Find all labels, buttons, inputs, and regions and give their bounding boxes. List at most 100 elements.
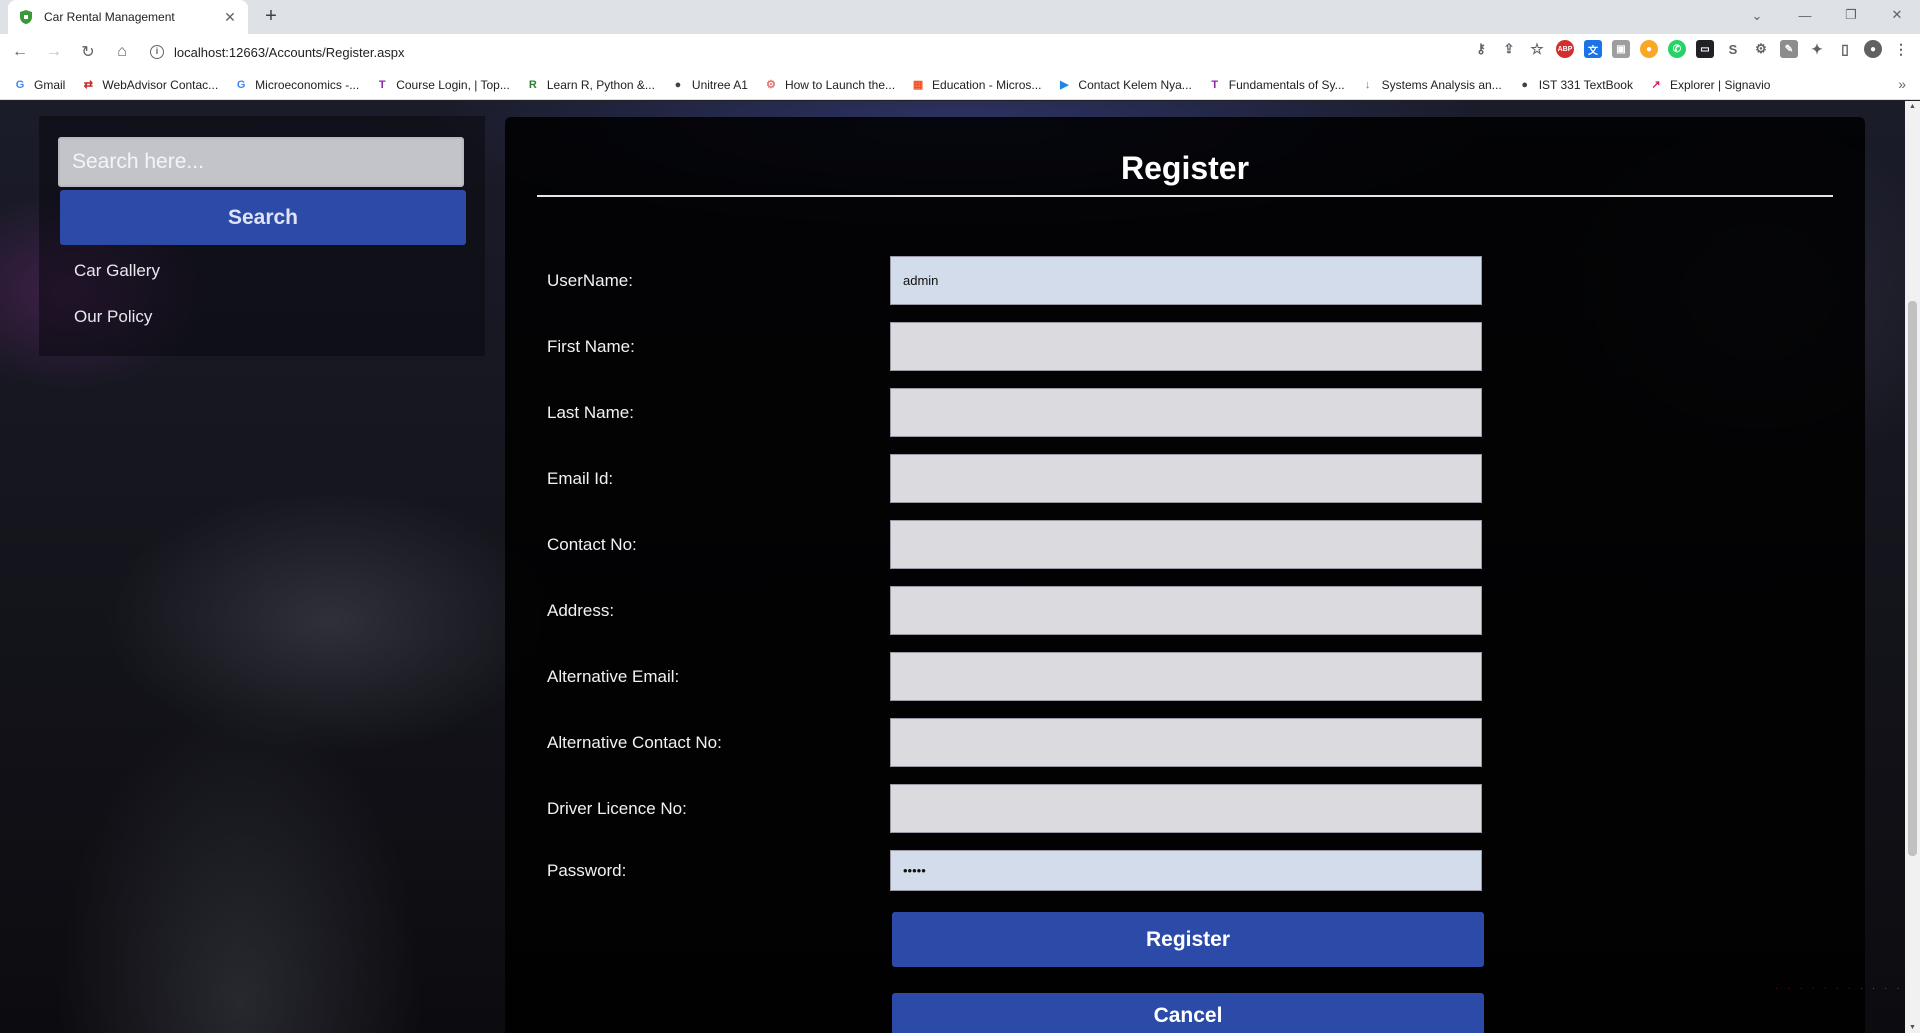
bookmark-favicon-icon: ▶: [1060, 79, 1069, 91]
bookmark-favicon-icon: ↗: [1651, 79, 1661, 91]
url-text[interactable]: localhost:12663/Accounts/Register.aspx: [174, 45, 405, 60]
back-icon[interactable]: ←: [6, 38, 34, 66]
whatsapp-icon[interactable]: ✆: [1668, 40, 1686, 58]
extensions-puzzle-icon[interactable]: ✦: [1808, 40, 1826, 58]
field-input[interactable]: [890, 454, 1482, 503]
bookmark-favicon-icon: G: [236, 78, 246, 91]
bookmark-favicon-icon: ●: [674, 78, 682, 91]
adblock-icon[interactable]: ABP: [1556, 40, 1574, 58]
field-label: Password:: [547, 860, 627, 880]
scroll-up-icon[interactable]: ▲: [1908, 103, 1917, 110]
image-extension-icon[interactable]: ▣: [1612, 40, 1630, 58]
home-icon[interactable]: ⌂: [108, 38, 136, 66]
bookmark-item[interactable]: G Microeconomics -...: [233, 77, 359, 93]
bookmark-favicon-icon: G: [15, 78, 25, 91]
field-input[interactable]: [890, 586, 1482, 635]
bookmark-item[interactable]: R Learn R, Python &...: [525, 77, 655, 93]
reload-icon[interactable]: ↻: [74, 38, 102, 66]
bookmark-label: How to Launch the...: [784, 77, 896, 92]
minimize-icon[interactable]: —: [1782, 0, 1828, 30]
bookmark-label: WebAdvisor Contac...: [102, 77, 219, 92]
cancel-button[interactable]: Cancel: [892, 993, 1484, 1033]
bookmark-item[interactable]: T Course Login, | Top...: [374, 77, 510, 93]
network-icon[interactable]: ⚙: [1752, 40, 1770, 58]
bookmark-label: Education - Micros...: [932, 77, 1042, 92]
bookmark-favicon-icon: ↓: [1364, 78, 1371, 91]
bookmarks-bar: G Gmail ⇄ WebAdvisor Contac... G Microeconomi…: [0, 70, 1920, 100]
field-label: UserName:: [547, 270, 633, 290]
bookmark-item[interactable]: T Fundamentals of Sy...: [1207, 77, 1345, 93]
menu-kebab-icon[interactable]: ⋮: [1892, 40, 1910, 58]
browser-toolbar: ← → ↻ ⌂ i localhost:12663/Accounts/Regis…: [0, 34, 1920, 70]
side-panel-icon[interactable]: ▯: [1836, 40, 1854, 58]
field-label: Email Id:: [547, 468, 614, 488]
field-input[interactable]: [890, 718, 1482, 767]
tab-search-icon[interactable]: ⌄: [1744, 4, 1770, 28]
bookmark-item[interactable]: ↓ Systems Analysis an...: [1360, 77, 1502, 93]
search-input[interactable]: [58, 137, 464, 187]
bookmark-item[interactable]: ▶ Contact Kelem Nya...: [1056, 77, 1192, 93]
register-button[interactable]: Register: [892, 912, 1484, 967]
close-window-icon[interactable]: ✕: [1874, 0, 1920, 30]
title-divider: [537, 195, 1833, 197]
script-icon[interactable]: S: [1724, 40, 1742, 58]
page-scrollbar[interactable]: ▲ ▼: [1905, 101, 1920, 1033]
bookmark-label: Learn R, Python &...: [546, 77, 655, 92]
bookmark-item[interactable]: ↗ Explorer | Signavio: [1648, 77, 1770, 93]
bookmark-item[interactable]: ⇄ WebAdvisor Contac...: [80, 77, 218, 93]
more-bookmarks-icon[interactable]: »: [1898, 76, 1906, 92]
bookmark-item[interactable]: ● Unitree A1: [670, 77, 748, 93]
bookmark-favicon-icon: R: [528, 78, 537, 91]
browser-tab[interactable]: Car Rental Management ✕: [8, 0, 248, 34]
field-input[interactable]: [890, 784, 1482, 833]
window-controls: — ❐ ✕: [1782, 0, 1920, 30]
field-input[interactable]: [890, 388, 1482, 437]
bookmark-star-icon[interactable]: ☆: [1528, 40, 1546, 58]
field-input[interactable]: [890, 850, 1482, 891]
bookmark-favicon-icon: T: [1211, 78, 1219, 91]
forward-icon[interactable]: →: [40, 38, 68, 66]
scroll-thumb[interactable]: [1908, 301, 1917, 856]
bookmark-label: Unitree A1: [691, 77, 748, 92]
bookmark-favicon-icon: ▦: [912, 79, 924, 91]
site-info-icon[interactable]: i: [150, 45, 164, 59]
bookmark-label: Microeconomics -...: [255, 77, 360, 92]
bookmark-item[interactable]: G Gmail: [12, 77, 66, 93]
field-input[interactable]: [890, 652, 1482, 701]
bookmark-label: Systems Analysis an...: [1381, 77, 1502, 92]
bookmark-item[interactable]: ▦ Education - Micros...: [910, 77, 1042, 93]
field-label: Alternative Contact No:: [547, 732, 722, 752]
field-label: Last Name:: [547, 402, 634, 422]
field-label: Contact No:: [547, 534, 637, 554]
search-button[interactable]: Search: [60, 190, 466, 245]
profile-avatar-icon[interactable]: ●: [1864, 40, 1882, 58]
restore-icon[interactable]: ❐: [1828, 0, 1874, 30]
field-label: Address:: [547, 600, 615, 620]
field-label: First Name:: [547, 336, 635, 356]
new-tab-button[interactable]: +: [258, 4, 284, 30]
translate-icon[interactable]: 文: [1584, 40, 1602, 58]
sidebar-link-our-policy[interactable]: Our Policy: [74, 307, 152, 327]
corner-watermark: · · · · · · · · · · ·: [1775, 983, 1903, 994]
close-tab-icon[interactable]: ✕: [222, 9, 238, 26]
address-bar[interactable]: i localhost:12663/Accounts/Register.aspx: [140, 38, 1390, 66]
puzzle-game-icon[interactable]: ●: [1640, 40, 1658, 58]
sidebar-link-car-gallery[interactable]: Car Gallery: [74, 261, 160, 281]
bookmark-favicon-icon: ⇄: [83, 79, 93, 91]
field-label: Driver Licence No:: [547, 798, 687, 818]
share-icon[interactable]: ⇪: [1500, 40, 1518, 58]
edit-extension-icon[interactable]: ✎: [1780, 40, 1798, 58]
scroll-down-icon[interactable]: ▼: [1908, 1024, 1917, 1031]
tab-title: Car Rental Management: [44, 10, 175, 24]
bookmark-favicon-icon: ⚙: [766, 79, 776, 91]
key-icon[interactable]: ⚷: [1472, 40, 1490, 58]
field-label: Alternative Email:: [547, 666, 680, 686]
picture-in-picture-icon[interactable]: ▭: [1696, 40, 1714, 58]
bookmark-label: Fundamentals of Sy...: [1228, 77, 1345, 92]
field-input[interactable]: [890, 322, 1482, 371]
field-input[interactable]: [890, 256, 1482, 305]
bookmark-item[interactable]: ● IST 331 TextBook: [1517, 77, 1633, 93]
field-input[interactable]: [890, 520, 1482, 569]
shield-favicon-icon: [20, 10, 32, 24]
bookmark-item[interactable]: ⚙ How to Launch the...: [763, 77, 895, 93]
